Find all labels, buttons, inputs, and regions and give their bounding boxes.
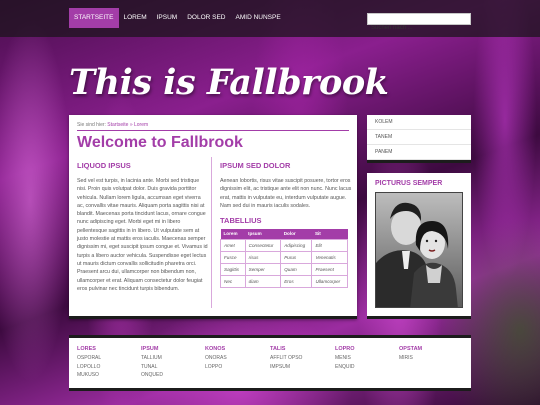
table-cell: Praesent (311, 262, 348, 276)
breadcrumb-divider (77, 130, 349, 131)
breadcrumb: Sie sind hier: Startseite » Lorem (77, 122, 148, 128)
footer-link[interactable]: TALLIUM (141, 354, 163, 363)
sidebar-item-tanem[interactable]: TANEM (367, 130, 471, 145)
sidebar-box-title: PICTURUS SEMPER (375, 180, 443, 187)
top-navigation-bar: STARTSEITE LOREM IPSUM DOLOR SED AMID NU… (0, 0, 540, 37)
left-column-text: Sed vel est turpis, in lacinia ante. Mor… (77, 178, 208, 292)
table-cell: Nec (220, 274, 246, 288)
breadcrumb-prefix: Sie sind hier: (77, 122, 106, 128)
table-header-cell: Dolor (280, 229, 312, 240)
data-table: Lorem Ipsum Dolor Sit Amet Consectetur A… (220, 229, 348, 288)
table-cell: Fusce (220, 250, 246, 264)
column-divider (211, 157, 212, 308)
sidebar-item-kolem[interactable]: KOLEM (367, 115, 471, 130)
footer-heading: KONOS (205, 346, 226, 352)
table-header-cell: Lorem (220, 229, 246, 240)
main-nav: STARTSEITE LOREM IPSUM DOLOR SED AMID NU… (69, 8, 286, 28)
footer-heading: OPSTAM (399, 346, 423, 352)
table-cell: risus (244, 250, 282, 264)
footer-link[interactable]: ENQUID (335, 363, 355, 372)
table-cell: diam (244, 274, 282, 288)
breadcrumb-current[interactable]: Lorem (134, 122, 148, 128)
main-content: Sie sind hier: Startseite » Lorem Welcom… (69, 115, 357, 319)
sidebar-photo-box: PICTURUS SEMPER (367, 173, 471, 319)
vintage-couple-photo (375, 192, 463, 308)
table-cell: Eros (280, 274, 313, 288)
table-row: Nec diam Eros Ullamcorper (220, 274, 348, 288)
table-header-row: Lorem Ipsum Dolor Sit (220, 229, 348, 240)
nav-item-startseite[interactable]: STARTSEITE (69, 8, 119, 28)
left-column: LIQUOD IPSUS Sed vel est turpis, in laci… (77, 161, 209, 293)
table-header-cell: Sit (311, 229, 348, 240)
nav-item-ipsum[interactable]: IPSUM (152, 8, 183, 28)
left-column-heading: LIQUOD IPSUS (77, 161, 131, 170)
page-title: Welcome to Fallbrook (77, 134, 243, 151)
footer-heading: LOPRO (335, 346, 355, 352)
footer-column: OPSTAM MIRIS (399, 346, 422, 363)
table-cell: Consectetur (244, 238, 282, 252)
footer-link[interactable]: MENIS (335, 354, 355, 363)
footer: LORES OSPORAL LOPOLLO MUKUSO IPSUM TALLI… (69, 335, 471, 391)
right-column: IPSUM SED DOLOR Aenean lobortis, risus v… (220, 161, 352, 288)
breadcrumb-separator: » (129, 122, 133, 128)
footer-link[interactable]: AFFLIT OPSO (270, 354, 302, 363)
footer-link[interactable]: ONORAS (205, 354, 227, 363)
table-row: Fusce risus Purus Venenatis (220, 250, 348, 264)
footer-heading: IPSUM (141, 346, 159, 352)
table-cell: Elit (311, 238, 348, 252)
footer-link[interactable]: MIRIS (399, 354, 422, 363)
footer-link[interactable]: LOPOLLO (77, 363, 101, 372)
table-cell: Amet (220, 238, 246, 252)
footer-column: IPSUM TALLIUM TUNAL ONQUED (141, 346, 163, 380)
breadcrumb-home-link[interactable]: Startseite (107, 122, 128, 128)
footer-link[interactable]: TUNAL (141, 363, 163, 372)
footer-link[interactable]: IMPSUM (270, 363, 302, 372)
sidebar-menu: KOLEM TANEM PANEM (367, 115, 471, 163)
photo-illustration (376, 193, 462, 307)
nav-item-lorem[interactable]: LOREM (119, 8, 152, 28)
footer-heading: LORES (77, 346, 96, 352)
footer-link[interactable]: MUKUSO (77, 371, 101, 380)
table-cell: Adipiscing (280, 238, 313, 252)
footer-link[interactable]: LOPPO (205, 363, 227, 372)
footer-heading: TALIS (270, 346, 286, 352)
search-input[interactable] (368, 23, 470, 33)
table-cell: Ullamcorper (311, 274, 348, 288)
footer-column: KONOS ONORAS LOPPO (205, 346, 227, 371)
table-cell: Purus (280, 250, 313, 264)
table-header-cell: Ipsum (245, 229, 281, 240)
search-box (367, 13, 471, 33)
footer-column: TALIS AFFLIT OPSO IMPSUM (270, 346, 302, 371)
sidebar-item-panem[interactable]: PANEM (367, 145, 471, 160)
table-row: Amet Consectetur Adipiscing Elit (220, 238, 348, 252)
nav-item-dolor-sed[interactable]: DOLOR SED (182, 8, 230, 28)
footer-link[interactable]: ONQUED (141, 371, 163, 380)
table-cell: Sagittis (220, 262, 246, 276)
footer-link[interactable]: OSPORAL (77, 354, 101, 363)
table-heading: TABELLIUS (220, 216, 262, 226)
right-column-text: Aenean lobortis, risus vitae suscipit po… (220, 178, 352, 209)
footer-column: LOPRO MENIS ENQUID (335, 346, 355, 371)
nav-item-amid-nunspe[interactable]: AMID NUNSPE (231, 8, 286, 28)
table-row: Sagittis Semper Quam Praesent (220, 262, 348, 276)
right-column-heading: IPSUM SED DOLOR (220, 161, 291, 170)
footer-column: LORES OSPORAL LOPOLLO MUKUSO (77, 346, 101, 380)
table-cell: Semper (244, 262, 282, 276)
site-title[interactable]: This is Fallbrook (69, 62, 389, 103)
table-cell: Quam (280, 262, 313, 276)
table-cell: Venenatis (311, 250, 348, 264)
